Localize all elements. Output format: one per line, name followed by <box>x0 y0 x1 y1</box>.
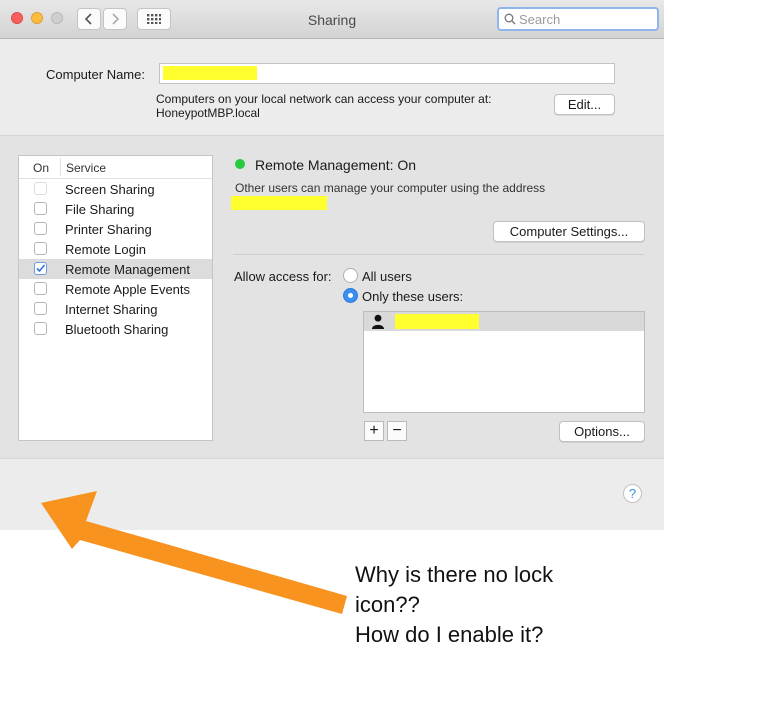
annotation-text: Why is there no lock icon?? How do I ena… <box>355 560 655 650</box>
annotation-line-3: How do I enable it? <box>355 622 544 647</box>
annotation-line-2: icon?? <box>355 592 420 617</box>
annotation-line-1: Why is there no lock <box>355 562 554 587</box>
